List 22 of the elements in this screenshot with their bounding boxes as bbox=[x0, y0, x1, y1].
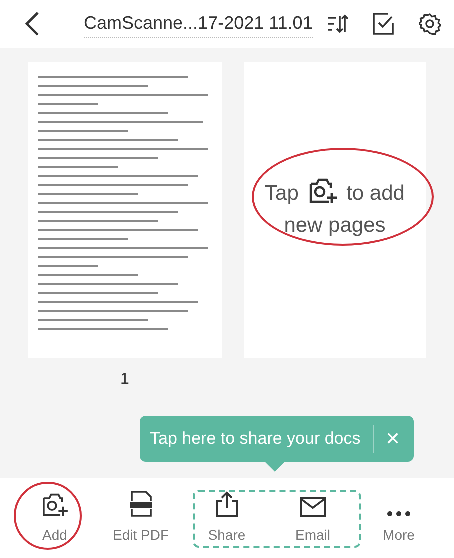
camera-plus-icon bbox=[42, 493, 68, 517]
close-button[interactable]: ✕ bbox=[386, 426, 401, 452]
email-button[interactable]: Email bbox=[270, 490, 356, 546]
edit-pdf-button[interactable]: Edit PDF bbox=[98, 490, 184, 546]
tooltip-text: Tap here to share your docs bbox=[150, 428, 361, 450]
pdf-file-icon bbox=[130, 491, 152, 517]
add-hint-text: Tap bbox=[265, 182, 299, 205]
share-button[interactable]: Share bbox=[184, 490, 270, 546]
sort-icon[interactable] bbox=[326, 14, 349, 34]
document-title[interactable]: CamScanne...17-2021 11.01 bbox=[84, 10, 313, 38]
share-icon bbox=[215, 491, 239, 517]
camera-plus-icon bbox=[308, 178, 337, 204]
checkbox-select-icon[interactable] bbox=[372, 13, 395, 35]
envelope-icon bbox=[300, 497, 326, 517]
add-hint-text: new pages bbox=[284, 214, 386, 237]
settings-icon[interactable] bbox=[418, 13, 441, 35]
page-number: 1 bbox=[120, 370, 130, 390]
add-button[interactable]: Add bbox=[12, 490, 98, 546]
add-hint-text: to add bbox=[346, 182, 405, 205]
more-icon bbox=[387, 511, 411, 517]
scanned-page-thumbnail[interactable] bbox=[28, 62, 222, 358]
more-button[interactable]: More bbox=[356, 490, 442, 546]
